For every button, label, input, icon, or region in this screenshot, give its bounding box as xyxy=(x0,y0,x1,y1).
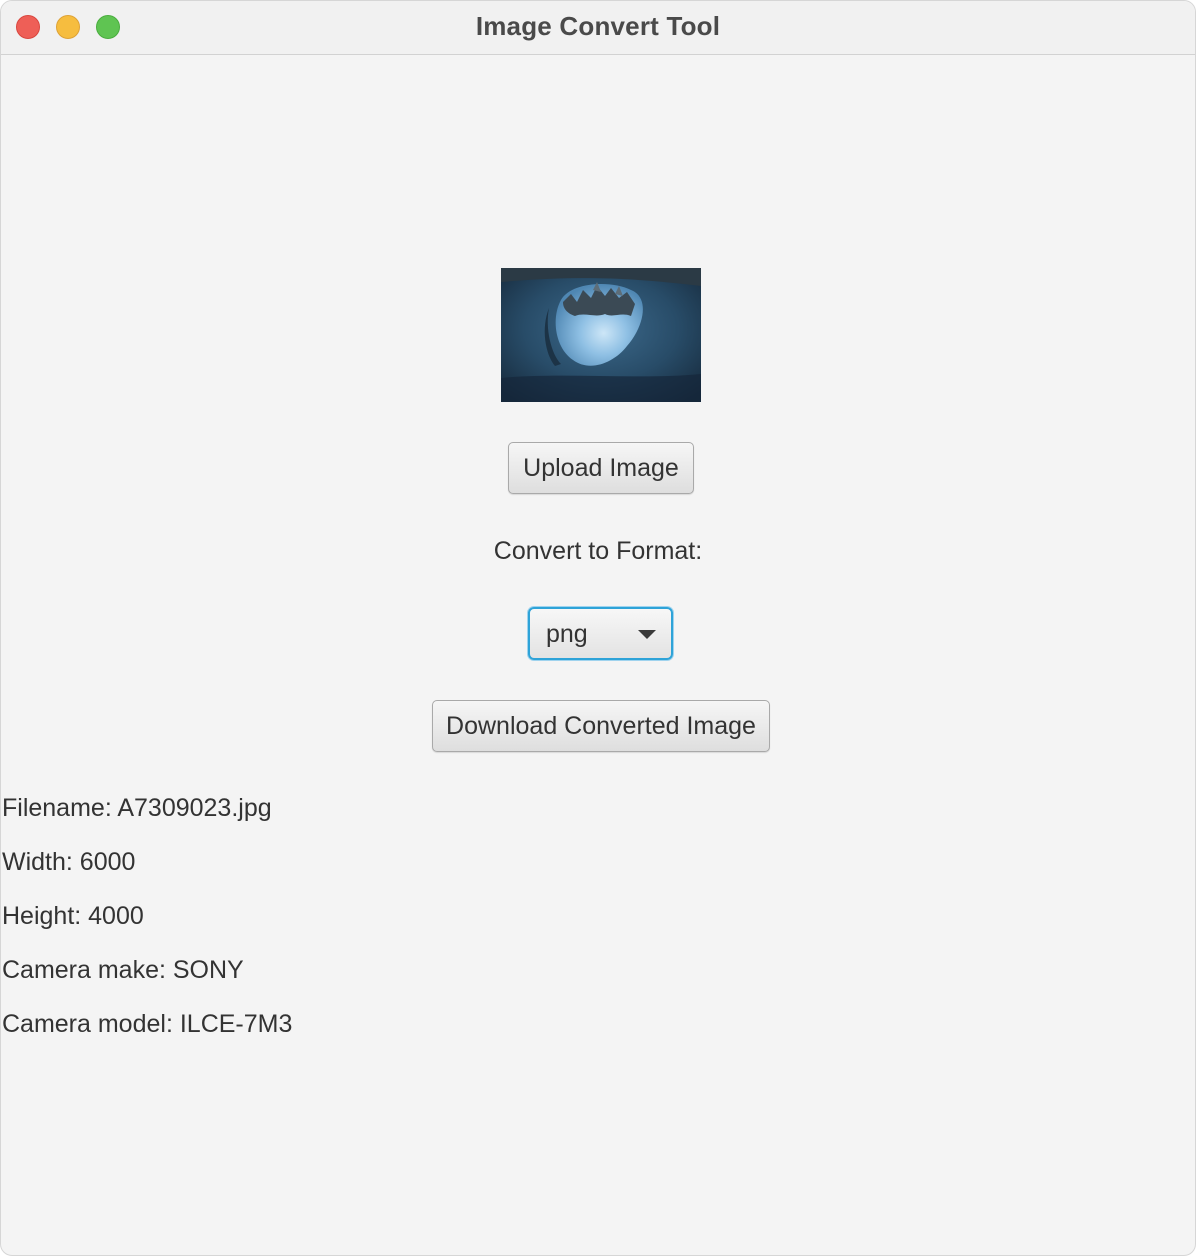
format-label: Convert to Format: xyxy=(493,537,703,565)
info-camera-model: Camera model: ILCE-7M3 xyxy=(2,1010,293,1038)
title-bar: Image Convert Tool xyxy=(1,1,1195,55)
chevron-down-icon xyxy=(638,630,656,639)
image-preview xyxy=(501,268,701,402)
info-camera-make: Camera make: SONY xyxy=(2,956,244,984)
app-window: Image Convert Tool Upload Image Convert … xyxy=(0,0,1196,1256)
format-dropdown-value: png xyxy=(546,620,588,648)
info-height: Height: 4000 xyxy=(2,902,144,930)
download-converted-image-button[interactable]: Download Converted Image xyxy=(432,700,770,752)
info-filename: Filename: A7309023.jpg xyxy=(2,794,272,822)
format-dropdown[interactable]: png xyxy=(528,607,673,660)
window-title: Image Convert Tool xyxy=(475,11,721,41)
puddle-reflection-image xyxy=(501,268,701,402)
upload-image-button[interactable]: Upload Image xyxy=(508,442,694,494)
info-width: Width: 6000 xyxy=(2,848,136,876)
